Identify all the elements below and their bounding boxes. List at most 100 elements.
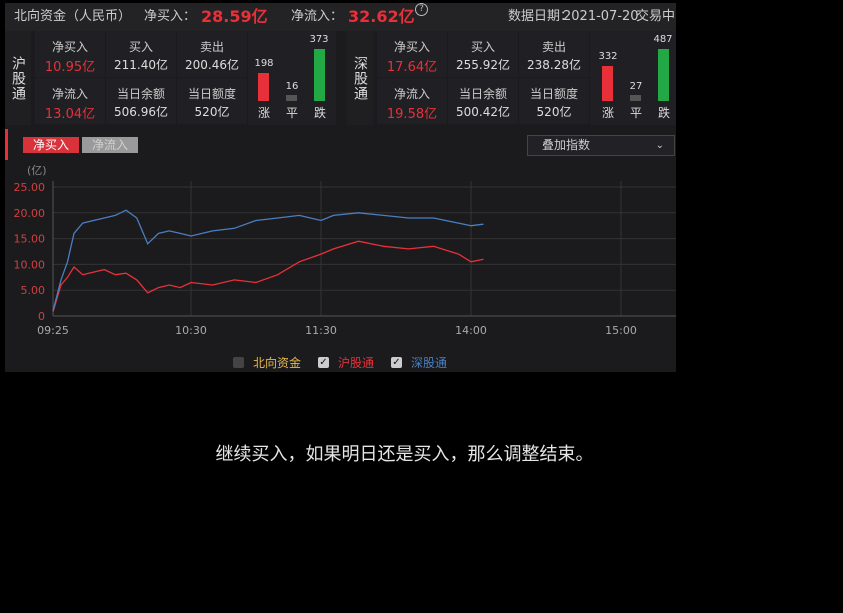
sh-quota-value: 520亿 — [194, 105, 230, 119]
chevron-down-icon: ⌄ — [655, 140, 664, 151]
sz-sell-value: 238.28亿 — [527, 58, 581, 72]
sz-down-bar — [658, 49, 669, 101]
sz-net-inflow-value: 19.58亿 — [386, 107, 438, 122]
x-tick-label: 09:25 — [37, 324, 69, 337]
sz-checkbox[interactable]: ✓ — [391, 357, 402, 368]
net-buy-value: 28.59亿 — [201, 7, 268, 26]
sh-buy-cell: 买入 211.40亿 — [106, 31, 176, 77]
trading-status: 交易中 — [636, 9, 676, 24]
sh-sell-cell: 卖出 200.46亿 — [177, 31, 247, 77]
widget-title: 北向资金（人民币） — [14, 9, 132, 24]
sz-quota-cell: 当日额度 520亿 — [519, 78, 589, 124]
sz-net-inflow-cell: 净流入 19.58亿 — [377, 78, 447, 124]
sh-market-label: 沪股通 — [5, 31, 31, 125]
legend-north-label: 北向资金 — [253, 356, 302, 370]
sz-up-bar — [602, 66, 613, 101]
sz-sell-label: 卖出 — [541, 40, 566, 54]
sz-buy-value: 255.92亿 — [456, 58, 510, 72]
sh-down-bar — [314, 49, 325, 101]
sh-up-bar — [258, 73, 269, 101]
overlay-index-dropdown[interactable]: 叠加指数 ⌄ — [527, 135, 675, 156]
sz-balance-label: 当日余额 — [458, 87, 507, 101]
sz-buy-label: 买入 — [470, 40, 495, 54]
sz-connect-line — [52, 209, 484, 311]
sz-up-count: 332 — [598, 51, 618, 62]
sh-flat-bar — [286, 95, 297, 101]
sh-connect-panel: 沪股通 净买入 10.95亿 买入 211.40亿 卖出 200.46亿 净流入… — [5, 31, 342, 125]
sh-net-buy-label: 净买入 — [51, 40, 88, 54]
help-icon-glyph: ? — [415, 3, 428, 16]
y-tick-label: 10.00 — [14, 258, 46, 271]
sh-up-label: 涨 — [257, 106, 270, 120]
sh-down-label: 跌 — [313, 106, 326, 120]
sz-flat-bar — [630, 95, 641, 101]
y-tick-label: 25.00 — [14, 181, 46, 194]
sh-down-count: 373 — [309, 34, 329, 45]
sz-down-count: 487 — [653, 34, 673, 45]
y-axis-unit-label: (亿) — [27, 164, 47, 177]
sh-quota-label: 当日额度 — [187, 87, 236, 101]
line-chart: (亿) 25.00 20.00 15.00 10.00 5.00 009:25 10:30 11… — [14, 164, 676, 337]
sz-quota-label: 当日额度 — [529, 87, 578, 101]
section-accent — [5, 129, 8, 160]
x-tick-label: 11:30 — [305, 324, 337, 337]
legend-sz-label: 深股通 — [411, 356, 448, 370]
sh-sell-label: 卖出 — [199, 40, 224, 54]
sz-market-label: 深股通 — [347, 31, 373, 125]
sz-connect-panel: 深股通 净买入 17.64亿 买入 255.92亿 卖出 238.28亿 净流入… — [347, 31, 676, 125]
sh-balance-value: 506.96亿 — [114, 105, 168, 119]
caption-text: 继续买入，如果明日还是买入，那么调整结束。 — [215, 444, 594, 465]
sh-buy-label: 买入 — [128, 40, 153, 54]
sz-net-buy-value: 17.64亿 — [386, 60, 438, 75]
summary-header: 北向资金（人民币） 净买入： 28.59亿 净流入： 32.62亿 ? 数据日期… — [5, 3, 676, 31]
sz-breadth-bars: 332 涨 27 平 487 跌 — [590, 31, 676, 125]
sz-sell-cell: 卖出 238.28亿 — [519, 31, 589, 77]
sh-net-inflow-cell: 净流入 13.04亿 — [35, 78, 105, 124]
sz-buy-cell: 买入 255.92亿 — [448, 31, 518, 77]
sz-net-buy-cell: 净买入 17.64亿 — [377, 31, 447, 77]
sh-net-inflow-value: 13.04亿 — [44, 107, 96, 122]
sh-connect-line — [52, 240, 484, 313]
sh-quota-cell: 当日额度 520亿 — [177, 78, 247, 124]
x-tick-label: 10:30 — [175, 324, 207, 337]
tab-net-buy[interactable]: 净买入 — [23, 137, 79, 153]
sh-balance-label: 当日余额 — [116, 87, 165, 101]
legend-sh-label: 沪股通 — [338, 356, 375, 370]
sz-down-label: 跌 — [657, 106, 670, 120]
sh-checkbox[interactable]: ✓ — [318, 357, 329, 368]
sz-up-label: 涨 — [601, 106, 614, 120]
sz-quota-value: 520亿 — [536, 105, 572, 119]
sz-flat-count: 27 — [629, 81, 643, 92]
sz-flat-label: 平 — [629, 106, 642, 120]
y-tick-label: 15.00 — [14, 233, 46, 246]
chart-area: 净买入 净流入 叠加指数 ⌄ (亿) 25.00 20.00 15.00 10.00 5.… — [5, 129, 676, 372]
sh-flat-label: 平 — [285, 106, 298, 120]
sz-net-inflow-label: 净流入 — [393, 87, 430, 101]
sh-up-count: 198 — [254, 58, 274, 69]
sh-market-text: 沪股通 — [10, 55, 26, 101]
y-tick-label: 0 — [38, 310, 45, 323]
sh-breadth-bars: 198 涨 16 平 373 跌 — [248, 31, 336, 125]
sh-net-inflow-label: 净流入 — [51, 87, 88, 101]
net-inflow-value: 32.62亿 — [348, 7, 415, 26]
northbound-capital-widget: 北向资金（人民币） 净买入： 28.59亿 净流入： 32.62亿 ? 数据日期… — [5, 3, 676, 372]
tab-net-inflow[interactable]: 净流入 — [82, 137, 138, 153]
sh-net-buy-cell: 净买入 10.95亿 — [35, 31, 105, 77]
north-checkbox[interactable] — [233, 357, 244, 368]
sh-flat-count: 16 — [285, 81, 299, 92]
net-buy-label: 净买入： — [144, 9, 197, 24]
sh-net-buy-value: 10.95亿 — [44, 60, 96, 75]
sz-market-text: 深股通 — [352, 55, 368, 101]
overlay-index-label: 叠加指数 — [542, 138, 591, 152]
sh-balance-cell: 当日余额 506.96亿 — [106, 78, 176, 124]
sz-net-buy-label: 净买入 — [393, 40, 430, 54]
sh-sell-value: 200.46亿 — [185, 58, 239, 72]
sz-balance-value: 500.42亿 — [456, 105, 510, 119]
y-tick-label: 5.00 — [21, 284, 46, 297]
sz-balance-cell: 当日余额 500.42亿 — [448, 78, 518, 124]
sh-buy-value: 211.40亿 — [114, 58, 168, 72]
net-inflow-label: 净流入： — [291, 9, 344, 24]
date-value: 2021-07-20 — [563, 9, 639, 24]
x-tick-label: 14:00 — [455, 324, 487, 337]
y-tick-label: 20.00 — [14, 207, 46, 220]
